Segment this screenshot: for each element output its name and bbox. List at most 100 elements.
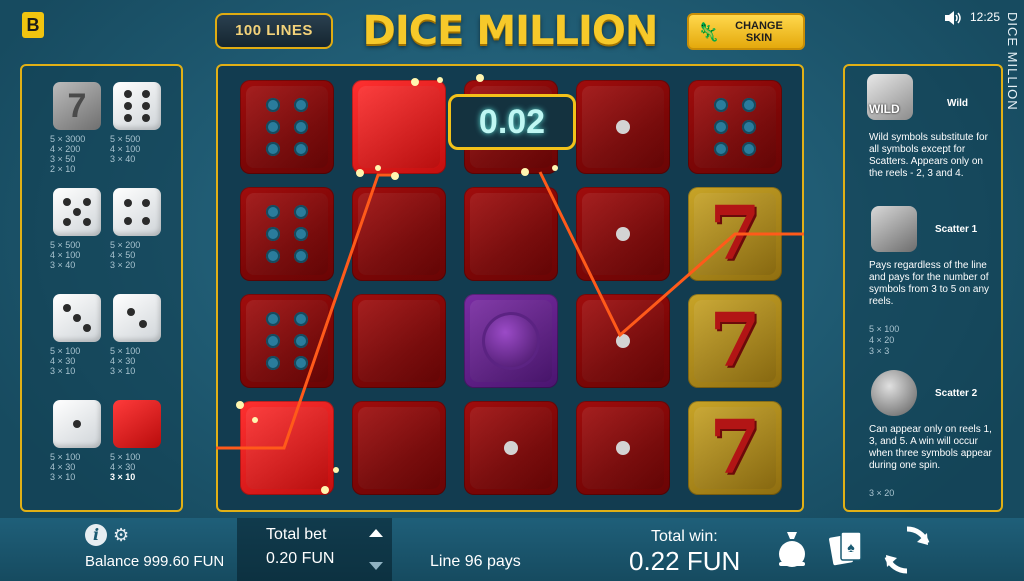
pip	[142, 102, 150, 110]
spin-button[interactable]	[876, 521, 938, 579]
pip	[63, 198, 71, 206]
six-pip	[742, 98, 756, 112]
six-pip	[294, 120, 308, 134]
cell-gloss	[358, 86, 440, 168]
one-pip	[504, 441, 518, 455]
pay-line: 4 × 200	[50, 144, 81, 154]
reel-cell	[464, 401, 558, 495]
pay-line: 3 × 40	[110, 154, 136, 164]
paytable-item-one: 5 × 100 4 × 30 3 × 10	[50, 400, 110, 482]
pip	[83, 218, 91, 226]
pay-line: 4 × 100	[50, 250, 81, 260]
pay-line: 5 × 500	[50, 240, 81, 250]
six-pip	[742, 142, 756, 156]
one-pip	[616, 120, 630, 134]
pay-line: 3 × 50	[50, 154, 76, 164]
paytable-item-five: 5 × 500 4 × 100 3 × 40	[50, 188, 110, 270]
paytable-item-two: 5 × 100 4 × 30 3 × 10	[110, 294, 170, 376]
pay-line: 5 × 500	[110, 134, 141, 144]
pay-line: 4 × 30	[50, 356, 76, 366]
pip	[73, 420, 81, 428]
paytable-pays: 5 × 200 4 × 50 3 × 20	[110, 240, 170, 270]
bet-increase-button[interactable]	[369, 529, 383, 537]
six-pip	[714, 98, 728, 112]
six-pip	[266, 249, 280, 263]
cell-gloss	[246, 193, 328, 275]
five-symbol-icon	[53, 188, 101, 236]
paytable-pays: 5 × 100 4 × 30 3 × 10	[50, 346, 110, 376]
money-bag-icon[interactable]	[775, 528, 809, 570]
pay-line: 4 × 30	[110, 462, 136, 472]
pip	[63, 304, 71, 312]
pay-line: 4 × 100	[110, 144, 141, 154]
reel-cell	[352, 401, 446, 495]
six-pip	[266, 356, 280, 370]
paytable-item-four: 5 × 200 4 × 50 3 × 20	[110, 188, 170, 270]
one-pip	[616, 227, 630, 241]
reel-cell	[576, 80, 670, 174]
pip	[73, 208, 81, 216]
pip	[83, 198, 91, 206]
reel-cell	[352, 187, 446, 281]
lines-button[interactable]: 100 LINES	[215, 13, 333, 49]
clock: 12:25	[970, 10, 1001, 24]
cell-gloss	[358, 193, 440, 275]
paytable-pays: 5 × 100 4 × 30 3 × 10	[110, 452, 170, 482]
reel-cell	[240, 187, 334, 281]
pay-line: 3 × 40	[50, 260, 76, 270]
six-symbol-icon	[113, 82, 161, 130]
reel-cell	[352, 294, 446, 388]
six-pip	[266, 120, 280, 134]
pip	[142, 199, 150, 207]
reel-cell	[464, 187, 558, 281]
svg-text:♠: ♠	[847, 539, 855, 555]
change-skin-button[interactable]: 🦎 CHANGE SKIN	[687, 13, 805, 50]
six-pip	[266, 142, 280, 156]
wild-name: Wild	[947, 98, 969, 109]
cards-icon[interactable]: ♠	[827, 528, 863, 568]
scatter2-description: Can appear only on reels 1, 3, and 5. A …	[869, 424, 992, 471]
paytable-pays: 5 × 500 4 × 100 3 × 40	[50, 240, 110, 270]
side-title: DICE MILLION	[1005, 12, 1020, 111]
pip	[139, 320, 147, 328]
sound-icon[interactable]	[944, 10, 962, 26]
six-pip	[266, 205, 280, 219]
scatter2-name: Scatter 2	[935, 388, 978, 399]
pay-line: 3 × 20	[110, 260, 136, 270]
paytable-item-blank: 5 × 100 4 × 30 3 × 10	[110, 400, 170, 482]
six-pip	[294, 205, 308, 219]
scatter-gem-icon	[482, 312, 540, 370]
wild-dice-icon: WILD	[867, 74, 913, 120]
cell-gloss	[470, 193, 552, 275]
paytable-pays: 5 × 100 4 × 30 3 × 10	[110, 346, 170, 376]
pip	[142, 217, 150, 225]
scatter1-description: Pays regardless of the line and pays for…	[869, 260, 990, 307]
six-pip	[266, 312, 280, 326]
six-pip	[266, 98, 280, 112]
six-pip	[294, 356, 308, 370]
reel-cell	[688, 80, 782, 174]
two-symbol-icon	[113, 294, 161, 342]
scatter1-icon	[871, 206, 917, 252]
chameleon-icon: 🦎	[697, 21, 720, 42]
info-icon[interactable]: i	[85, 524, 107, 546]
pip	[127, 308, 135, 316]
six-pip	[294, 227, 308, 241]
six-pip	[294, 142, 308, 156]
pip	[124, 114, 132, 122]
wild-badge: WILD	[869, 102, 900, 116]
paytable-pays: 5 × 3000 4 × 200 3 × 50 2 × 10	[50, 134, 110, 174]
six-pip	[266, 227, 280, 241]
reel-cell: 7	[688, 401, 782, 495]
pay-line: 5 × 100	[110, 452, 141, 462]
pip	[63, 218, 71, 226]
brand-logo: B	[22, 12, 44, 38]
game-title: DICE MILLION	[362, 8, 659, 54]
paytable-item-seven: 7 5 × 3000 4 × 200 3 × 50 2 × 10	[50, 82, 110, 174]
reel-cell	[240, 294, 334, 388]
reel-cell	[576, 294, 670, 388]
bet-decrease-button[interactable]	[369, 562, 383, 570]
gear-icon[interactable]: ⚙	[113, 524, 133, 546]
reel-cell: 7	[688, 294, 782, 388]
pip	[124, 102, 132, 110]
